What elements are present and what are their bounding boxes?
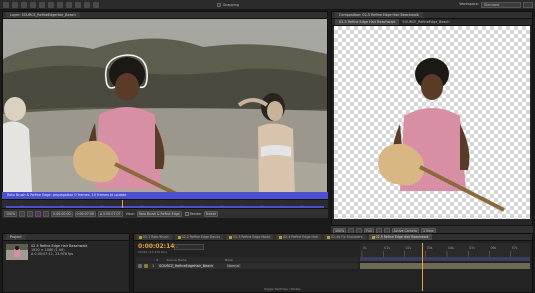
timeline-tab[interactable]: 02-2 Refine Edge Basics [174, 234, 224, 240]
workspace-select[interactable]: Standard [481, 2, 521, 8]
comp-color-swatch [371, 235, 375, 239]
timeline-tab-label: 02-1 Roto Brush [143, 235, 169, 239]
column-number-header: # [156, 257, 159, 262]
freeze-button[interactable]: Freeze [203, 210, 219, 217]
ruler-tick-label: 05s [469, 246, 475, 250]
type-tool-icon[interactable] [66, 1, 72, 8]
timeline-tab-label: 02-5 Refine Edge Hair Beachwalk [375, 235, 429, 239]
timeline-tab[interactable]: 02-1 Roto Brush [136, 234, 172, 240]
layer-name[interactable]: SOURCE_RefineEdgeHair_Beach [158, 264, 215, 268]
roto-status-bar: Roto Brush & Refine Edge: propagation 0 … [2, 192, 328, 199]
timeline-tab-label: 02-4b Fix Shoulders [331, 235, 363, 239]
timecode-out[interactable]: 0:00:07:06 [74, 210, 96, 217]
playhead[interactable] [422, 243, 423, 291]
layer-number: 1 [152, 264, 155, 268]
snapping-label: Snapping [223, 2, 239, 7]
toggle-switches-modes-button[interactable]: Toggle Switches / Modes [264, 287, 301, 291]
layer-panel: Layer: SOURCE_RefineEdgeHair_Beach [2, 11, 328, 218]
visibility-eye-icon[interactable] [138, 264, 142, 268]
layer-label-color[interactable] [144, 264, 148, 268]
search-help-icon[interactable] [523, 2, 533, 8]
layer-viewer-controls: 100% 0:00:00:00 0:00:07:06 Δ 0:00:07:07 … [2, 208, 328, 218]
ruler-tick-label: 06s [491, 246, 497, 250]
alpha-boundary-icon[interactable] [35, 210, 42, 217]
grid-icon[interactable] [43, 210, 50, 217]
timeline-tab[interactable]: 02-3 Refine Edge Mode [226, 234, 274, 240]
ruler-tick-label: 07s [512, 246, 518, 250]
frame-rate-readout: 00062 (23.976 fps) [138, 250, 167, 254]
view-select[interactable]: Roto Brush & Refine Edge [136, 210, 182, 217]
thumbnail-image [6, 244, 28, 260]
layer-column-header: # Source Name Mode [136, 257, 358, 262]
timeline-panel: 02-1 Roto Brush 02-2 Refine Edge Basics 02… [133, 233, 533, 293]
timeline-tab[interactable]: 02-5 Refine Edge Hair Beachwalk [368, 234, 432, 240]
comp-color-swatch [229, 235, 233, 239]
selection-tool-icon[interactable] [3, 1, 9, 8]
roto-brush-tool-icon[interactable] [84, 1, 90, 8]
column-mode-header[interactable]: Mode [225, 258, 233, 262]
layer-row[interactable]: 1 SOURCE_RefineEdgeHair_Beach Normal [136, 263, 358, 269]
workspace-label: Workspace: [459, 2, 479, 6]
project-panel: Project 02-5 Refine Edge Hair Beachwalk … [2, 233, 130, 293]
ruler-tick-label: 02s [406, 246, 412, 250]
comp-color-swatch [279, 235, 283, 239]
comp-color-swatch [177, 235, 181, 239]
project-panel-tab[interactable]: Project [6, 234, 26, 240]
app-toolbar: Snapping Workspace: Standard [0, 0, 535, 10]
ruler-tick-label: 0s [363, 246, 367, 250]
timeline-search-input[interactable]: ⌕ [174, 244, 204, 250]
ruler-tick-label: 04s [448, 246, 454, 250]
composition-panel: Composition: 02-5 Refine Edge Hair Beach… [331, 11, 533, 231]
project-item-duration: Δ 0:00:07:11, 23.976 fps [31, 252, 74, 257]
snapshot-icon[interactable] [19, 210, 26, 217]
channel-icon[interactable] [27, 210, 34, 217]
timeline-tab-label: 02-2 Refine Edge Basics [181, 235, 221, 239]
blend-mode-select[interactable]: Normal [226, 264, 241, 268]
project-item-thumbnail[interactable] [6, 244, 28, 260]
composition-viewer-image[interactable] [334, 26, 530, 219]
render-checkbox[interactable] [184, 211, 189, 216]
puppet-tool-icon[interactable] [93, 1, 99, 8]
comp-color-swatch [327, 235, 330, 239]
render-label: Render [189, 211, 202, 216]
time-ruler-ticks: 0s 01s 02s 03s 04s 05s 06s 07s [361, 246, 518, 257]
timeline-tab[interactable]: 02-4 Refine Edge Hair [276, 234, 321, 240]
beach-footage-frame [3, 19, 327, 211]
ruler-tick-label: 03s [427, 246, 433, 250]
ruler-tick-label: 01s [384, 246, 390, 250]
layer-panel-tab[interactable]: Layer: SOURCE_RefineEdgeHair_Beach [6, 12, 80, 18]
work-area-bar[interactable] [360, 257, 530, 261]
layer-viewer-image[interactable] [3, 19, 327, 211]
column-source-name-header[interactable]: Source Name [167, 258, 187, 262]
comp-color-swatch [139, 235, 142, 239]
snapping-checkbox[interactable] [217, 2, 221, 7]
timeline-tab-label: 02-3 Refine Edge Mode [233, 235, 271, 239]
timeline-tab-label: 02-4 Refine Edge Hair [283, 235, 318, 239]
comp-subtab-source[interactable]: SOURCE_RefineEdge_Beach [402, 20, 449, 24]
brush-tool-icon[interactable] [75, 1, 81, 8]
layer-time-navigator[interactable] [2, 199, 328, 209]
camera-tool-icon[interactable] [39, 1, 45, 8]
zoom-select[interactable]: 100% [4, 210, 18, 217]
timeline-tab-strip: 02-1 Roto Brush 02-2 Refine Edge Basics 02… [134, 234, 532, 241]
rotate-tool-icon[interactable] [30, 1, 36, 8]
duration-readout: Δ 0:00:07:07 [97, 210, 123, 217]
timecode-in[interactable]: 0:00:00:00 [51, 210, 73, 217]
composition-panel-tab[interactable]: Composition: 02-5 Refine Edge Hair Beach… [335, 12, 423, 18]
time-ruler[interactable]: 0s 01s 02s 03s 04s 05s 06s 07s [360, 243, 530, 257]
layer-duration-bar[interactable] [360, 263, 530, 269]
timeline-tab[interactable]: 02-4b Fix Shoulders [324, 234, 366, 240]
view-label: View: [125, 211, 135, 216]
comp-subtab-beachwalk[interactable]: 02-5 Refine Edge Hair Beachwalk [335, 19, 400, 25]
hand-tool-icon[interactable] [12, 1, 18, 8]
zoom-tool-icon[interactable] [21, 1, 27, 8]
pen-tool-icon[interactable] [57, 1, 63, 8]
pan-behind-tool-icon[interactable] [48, 1, 54, 8]
current-timecode[interactable]: 0:00:02:14 [138, 243, 174, 250]
composited-subject [378, 58, 505, 212]
